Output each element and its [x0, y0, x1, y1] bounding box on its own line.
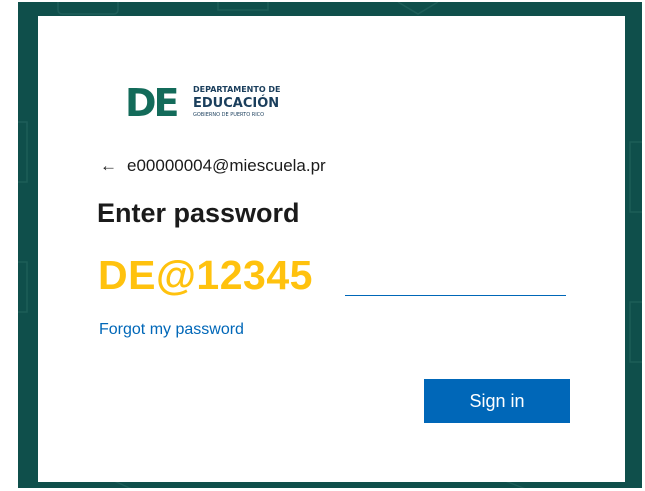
logo-line3: GOBIERNO DE PUERTO RICO [193, 112, 264, 118]
logo-line1: DEPARTAMENTO DE [193, 85, 281, 94]
sign-in-button[interactable]: Sign in [424, 379, 570, 423]
logo-mark: DE [125, 81, 178, 120]
forgot-password-link[interactable]: Forgot my password [99, 321, 244, 339]
logo-line2: EDUCACIÓN [193, 95, 279, 111]
identity-row: ← e00000004@miescuela.pr [100, 154, 326, 178]
password-hint-overlay: DE@12345 [98, 252, 313, 298]
educacion-logo: DE DEPARTAMENTO DE EDUCACIÓN GOBIERNO DE… [125, 78, 290, 120]
identity-email: e00000004@miescuela.pr [127, 156, 326, 175]
page-title: Enter password [97, 198, 300, 228]
sign-in-card: DE DEPARTAMENTO DE EDUCACIÓN GOBIERNO DE… [38, 16, 625, 482]
password-input[interactable] [345, 265, 566, 296]
arrow-left-icon[interactable]: ← [100, 156, 117, 176]
